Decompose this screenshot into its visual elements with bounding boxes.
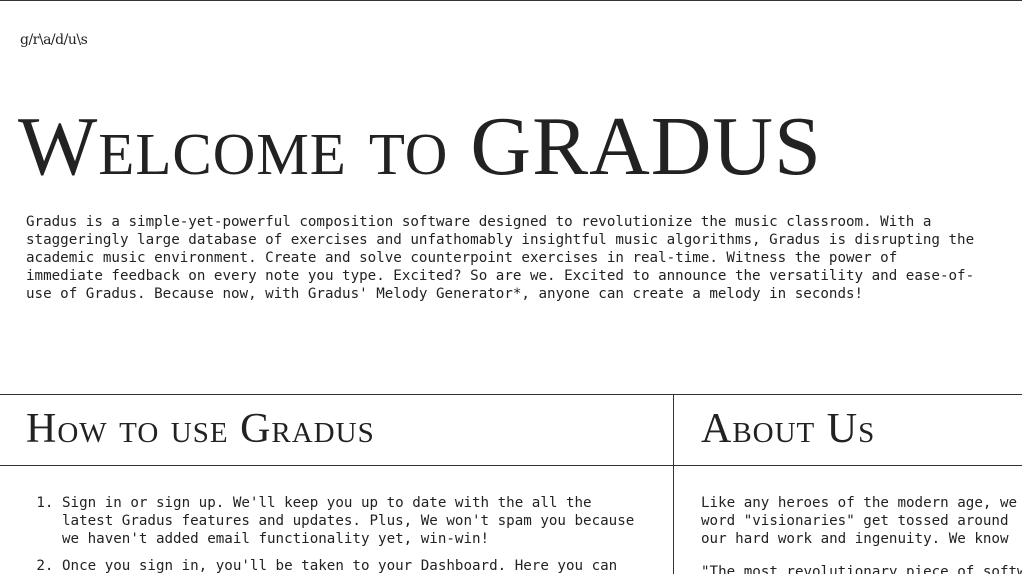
how-to-section: How to use Gradus Sign in or sign up. We… (0, 395, 674, 574)
step-item: Sign in or sign up. We'll keep you up to… (62, 494, 644, 548)
about-line: word "visionaries" get tossed around (701, 513, 1009, 529)
about-quote: "The most revolutionary piece of softw (701, 564, 1022, 574)
about-paragraph: Like any heroes of the modern age, we wo… (701, 494, 1022, 548)
info-sections: How to use Gradus Sign in or sign up. We… (0, 394, 1022, 574)
about-header: About Us (674, 395, 1022, 466)
how-to-header: How to use Gradus (0, 395, 673, 466)
step-item: Once you sign in, you'll be taken to you… (62, 557, 644, 574)
page-title: Welcome to GRADUS (18, 100, 822, 193)
intro-paragraph: Gradus is a simple-yet-powerful composit… (26, 214, 975, 302)
about-line: Like any heroes of the modern age, we (701, 495, 1018, 511)
logo-link[interactable]: g/r\a/d/u\s (20, 32, 88, 48)
about-section: About Us Like any heroes of the modern a… (674, 395, 1022, 574)
how-to-title: How to use Gradus (26, 406, 375, 452)
about-line: our hard work and ingenuity. We know (701, 531, 1009, 547)
how-to-steps: Sign in or sign up. We'll keep you up to… (0, 494, 644, 574)
about-title: About Us (701, 406, 876, 452)
